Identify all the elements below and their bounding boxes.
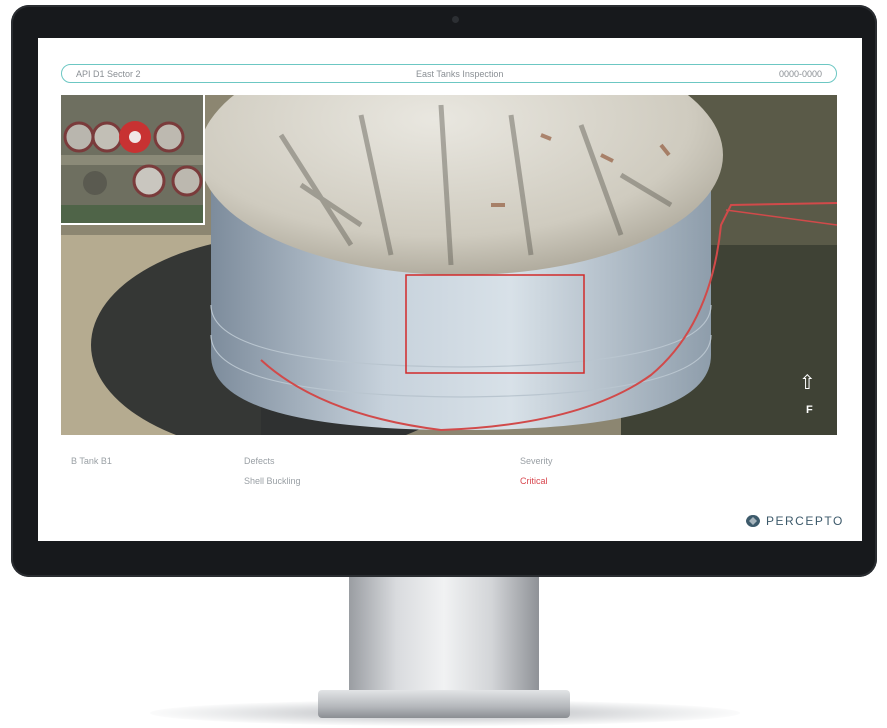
defect-category-label: Defects xyxy=(244,456,275,466)
app-screen: API D1 Sector 2 East Tanks Inspection 00… xyxy=(38,38,862,541)
minimap-image xyxy=(61,95,203,223)
defect-category-value: Shell Buckling xyxy=(244,476,301,486)
monitor-stand-base xyxy=(318,690,570,718)
severity-label: Severity xyxy=(520,456,553,466)
severity-value: Critical xyxy=(520,476,548,486)
inspection-header: API D1 Sector 2 East Tanks Inspection 00… xyxy=(61,64,837,83)
brand-logo: PERCEPTO xyxy=(745,514,844,528)
asset-id: B Tank B1 xyxy=(71,456,112,466)
site-sector-label: API D1 Sector 2 xyxy=(76,68,141,79)
percepto-logo-icon xyxy=(746,515,760,527)
brand-name: PERCEPTO xyxy=(766,514,844,528)
monitor-stand-neck xyxy=(349,577,539,695)
site-minimap[interactable] xyxy=(61,95,205,225)
north-arrow-icon: ⇧ xyxy=(799,372,816,394)
compass-label: F xyxy=(806,404,813,416)
aerial-image-view[interactable]: ⇧ F xyxy=(61,95,837,435)
inspection-date: 0000-0000 xyxy=(778,68,822,79)
camera-icon xyxy=(452,16,459,23)
inspection-title: East Tanks Inspection xyxy=(416,68,504,79)
